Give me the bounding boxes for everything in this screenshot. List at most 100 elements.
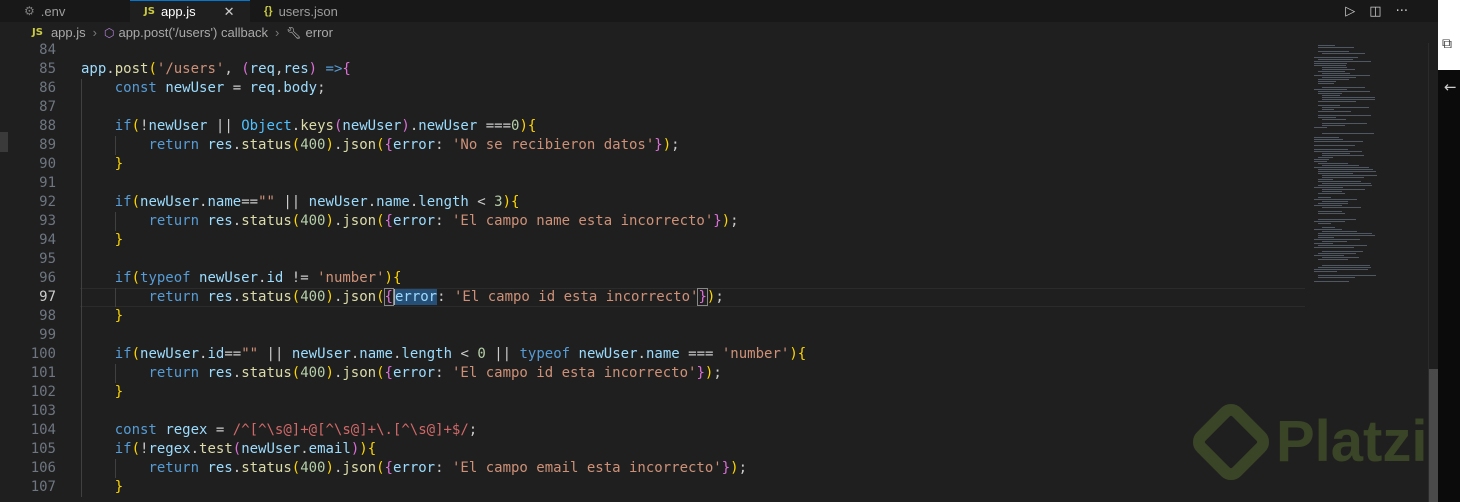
minimap-line <box>1318 213 1345 214</box>
close-icon[interactable]: ✕ <box>224 4 235 20</box>
line-number: 104 <box>30 422 56 438</box>
tab-app-js[interactable]: JS app.js ✕ <box>130 0 250 22</box>
line-code: } <box>114 308 124 324</box>
minimap-line <box>1314 145 1355 146</box>
minimap-line <box>1322 125 1345 126</box>
code-line[interactable]: 88 if(!newUser || Object.keys(newUser).n… <box>0 117 1310 136</box>
minimap-line <box>1314 247 1354 248</box>
minimap-line <box>1322 77 1356 78</box>
line-number: 103 <box>30 403 56 419</box>
code-line[interactable]: 86 const newUser = req.body; <box>0 79 1310 98</box>
minimap-line <box>1318 71 1345 72</box>
minimap-line <box>1318 117 1336 118</box>
minimap-line <box>1314 141 1363 142</box>
breadcrumb-symbol[interactable]: app.post('/users') callback <box>118 25 267 40</box>
code-line[interactable]: 85 app.post('/users', (req,res) =>{ <box>0 60 1310 79</box>
line-code: const newUser = req.body; <box>114 80 326 96</box>
line-number: 86 <box>39 80 56 96</box>
minimap-line <box>1318 277 1355 278</box>
split-editor-icon[interactable]: ◫ <box>1369 4 1381 19</box>
minimap-line <box>1322 207 1361 208</box>
line-code: if(newUser.id=="" || newUser.name.length… <box>114 346 807 362</box>
minimap-line <box>1314 61 1371 62</box>
run-icon[interactable]: ▷ <box>1345 4 1355 19</box>
code-line[interactable]: 98 } <box>0 307 1310 326</box>
code-line[interactable]: 99 <box>0 326 1310 345</box>
minimap-line <box>1314 161 1327 162</box>
minimap-line <box>1314 149 1348 150</box>
minimap-line <box>1318 101 1356 102</box>
tab-env[interactable]: ⚙ .env <box>10 0 130 22</box>
code-line[interactable]: 100 if(newUser.id=="" || newUser.name.le… <box>0 345 1310 364</box>
arrow-left-icon[interactable]: ← <box>1444 78 1457 96</box>
code-line[interactable]: 93 return res.status(400).json({error: '… <box>0 212 1310 231</box>
editor-actions: ▷ ◫ ··· <box>1345 0 1408 22</box>
minimap-line <box>1318 105 1340 106</box>
line-code: } <box>114 384 124 400</box>
line-number: 98 <box>39 308 56 324</box>
code-editor[interactable]: 84 85 app.post('/users', (req,res) =>{86 c… <box>0 43 1310 502</box>
breadcrumb-leaf[interactable]: error <box>306 25 333 40</box>
copy-icon[interactable]: ⧉ <box>1442 36 1452 52</box>
js-icon: JS <box>144 6 155 17</box>
code-line[interactable]: 105 if(!regex.test(newUser.email)){ <box>0 440 1310 459</box>
code-line[interactable]: 89 return res.status(400).json({error: '… <box>0 136 1310 155</box>
tab-users-json[interactable]: {} users.json <box>250 0 370 22</box>
code-line[interactable]: 90 } <box>0 155 1310 174</box>
tab-label: users.json <box>278 3 338 19</box>
minimap-line <box>1322 95 1340 96</box>
line-number: 88 <box>39 118 56 134</box>
minimap-line <box>1318 81 1336 82</box>
minimap-line <box>1318 115 1371 116</box>
code-line[interactable]: 94 } <box>0 231 1310 250</box>
indent-guide <box>114 288 116 307</box>
platzi-logo-icon <box>1187 397 1275 486</box>
code-line[interactable]: 103 <box>0 402 1310 421</box>
chevron-right-icon: › <box>92 25 97 40</box>
minimap-line <box>1322 107 1369 108</box>
breadcrumb: JS app.js › ⬡ app.post('/users') callbac… <box>0 22 1438 43</box>
line-number: 94 <box>39 232 56 248</box>
wrench-icon: 🔧︎ <box>286 25 302 40</box>
code-line[interactable]: 107 } <box>0 478 1310 497</box>
minimap-line <box>1318 179 1333 180</box>
code-line[interactable]: 102 } <box>0 383 1310 402</box>
code-line[interactable]: 92 if(newUser.name=="" || newUser.name.l… <box>0 193 1310 212</box>
outer-window-strip: ⧉ ← <box>1438 0 1460 502</box>
minimap-line <box>1314 63 1347 64</box>
breadcrumb-file[interactable]: app.js <box>51 25 86 40</box>
line-number: 105 <box>30 441 56 457</box>
line-code: if(!newUser || Object.keys(newUser).newU… <box>114 118 537 134</box>
minimap-line <box>1314 221 1345 222</box>
minimap-line <box>1318 169 1373 170</box>
minimap-line <box>1322 241 1347 242</box>
minimap-line <box>1314 57 1358 58</box>
minimap-line <box>1314 65 1346 66</box>
vertical-scrollbar[interactable] <box>1428 43 1439 502</box>
minimap-line <box>1318 83 1334 84</box>
line-number: 102 <box>30 384 56 400</box>
minimap-line <box>1322 119 1346 120</box>
indent-guide <box>114 212 116 231</box>
code-line[interactable]: 84 <box>0 43 1310 60</box>
js-icon: JS <box>32 27 43 38</box>
line-code: if(!regex.test(newUser.email)){ <box>114 441 377 457</box>
more-icon[interactable]: ··· <box>1396 4 1408 19</box>
line-number: 97 <box>39 289 56 305</box>
tab-label: .env <box>40 3 66 19</box>
code-line[interactable]: 97 return res.status(400).json({error: '… <box>0 288 1310 307</box>
code-line[interactable]: 95 <box>0 250 1310 269</box>
line-code: return res.status(400).json({error: 'El … <box>148 460 748 476</box>
minimap-line <box>1322 175 1377 176</box>
minimap-line <box>1318 275 1376 276</box>
code-line[interactable]: 101 return res.status(400).json({error: … <box>0 364 1310 383</box>
code-line[interactable]: 96 if(typeof newUser.id != 'number'){ <box>0 269 1310 288</box>
indent-guide <box>114 459 116 478</box>
code-line[interactable]: 91 <box>0 174 1310 193</box>
code-line[interactable]: 106 return res.status(400).json({error: … <box>0 459 1310 478</box>
line-number: 93 <box>39 213 56 229</box>
minimap-line <box>1322 67 1347 68</box>
code-line[interactable]: 104 const regex = /^[^\s@]+@[^\s@]+\.[^\… <box>0 421 1310 440</box>
code-line[interactable]: 87 <box>0 98 1310 117</box>
side-panel <box>1438 70 1460 502</box>
